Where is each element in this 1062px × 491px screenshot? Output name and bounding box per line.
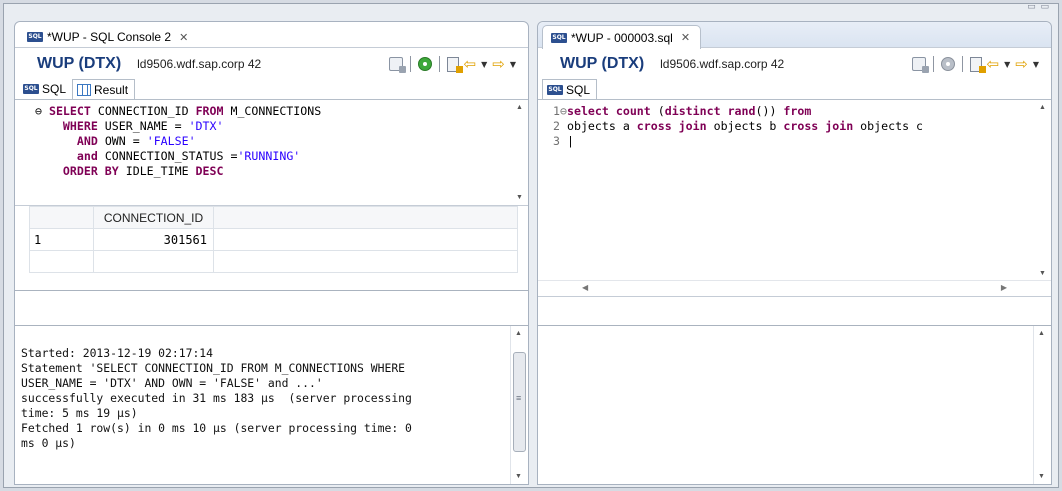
sql-code[interactable]: 1⊖select count (distinct rand()) from 2 o… [538, 100, 1051, 149]
editor-subtabs: SQL SQL Result [15, 79, 528, 100]
sql-file-panel: SQL *WUP - 000003.sql ✕ WUP (DTX) ld9506… [537, 21, 1052, 485]
forward-arrow-icon[interactable]: ⇨ [1015, 56, 1028, 72]
scroll-down-icon[interactable]: ▼ [1038, 473, 1045, 480]
sql-file-icon: SQL [27, 32, 43, 42]
sql-icon: SQL [23, 84, 39, 94]
execute-icon[interactable] [940, 57, 955, 71]
clear-icon[interactable] [911, 57, 929, 73]
connection-header: WUP (DTX) ld9506.wdf.sap.corp 42 ⇦ ▼ ⇨ ▼ [538, 48, 1051, 80]
result-grid: CONNECTION_ID 1 301561 [15, 206, 528, 291]
tab-label: Result [94, 82, 129, 97]
close-icon[interactable]: ✕ [179, 31, 188, 44]
sql-console-panel: SQL *WUP - SQL Console 2 ✕ WUP (DTX) ld9… [14, 21, 529, 485]
table-row[interactable]: 1 301561 [29, 228, 518, 251]
code-line: ⊖ SELECT CONNECTION_ID FROM M_CONNECTION… [35, 104, 322, 118]
chevron-down-icon[interactable]: ▼ [1033, 60, 1039, 69]
sql-icon: SQL [547, 84, 563, 95]
connection-name: WUP (DTX) [37, 55, 122, 72]
result-table: CONNECTION_ID 1 301561 [29, 206, 518, 273]
tab-title: *WUP - 000003.sql [571, 30, 673, 45]
sql-code[interactable]: ⊖ SELECT CONNECTION_ID FROM M_CONNECTION… [15, 100, 528, 179]
scroll-up-icon[interactable]: ▲ [516, 104, 523, 111]
scroll-left-icon[interactable]: ◀ [582, 283, 588, 292]
chevron-down-icon[interactable]: ▼ [1004, 60, 1010, 69]
log-vscrollbar[interactable]: ▲ ▼ [510, 326, 528, 484]
output-vscrollbar[interactable]: ▲ ▼ [1033, 326, 1051, 484]
scroll-thumb[interactable] [513, 352, 526, 452]
code-line: 3 | [553, 134, 574, 148]
connection-host: ld9506.wdf.sap.corp 42 [660, 57, 785, 71]
back-arrow-icon[interactable]: ⇦ [987, 56, 1000, 72]
window-controls[interactable]: ▭ ▭ [1027, 2, 1050, 12]
editor-tabbar: SQL *WUP - 000003.sql ✕ [538, 22, 1051, 49]
empty-header [213, 206, 518, 229]
scroll-up-icon[interactable]: ▲ [515, 330, 522, 337]
code-line: ORDER BY IDLE_TIME DESC [62, 164, 224, 178]
code-line: 1⊖select count (distinct rand()) from [553, 104, 812, 118]
scroll-down-icon[interactable]: ▼ [515, 473, 522, 480]
sql-editor[interactable]: 1⊖select count (distinct rand()) from 2 o… [538, 100, 1051, 297]
table-grid-icon [77, 83, 92, 96]
close-icon[interactable]: ✕ [681, 31, 690, 44]
tab-result[interactable]: Result [72, 79, 136, 99]
table-cell-empty [213, 228, 518, 251]
editor-subtabs: SQL SQL [538, 79, 1051, 100]
editor-toolbar: ⇦ ▼ ⇨ ▼ [911, 56, 1039, 73]
connection-name: WUP (DTX) [560, 55, 645, 72]
tab-sql-console[interactable]: SQL *WUP - SQL Console 2 ✕ [19, 26, 198, 48]
tab-label: SQL [42, 82, 67, 96]
column-header[interactable]: CONNECTION_ID [93, 206, 214, 229]
table-row-empty [29, 250, 518, 273]
forward-arrow-icon[interactable]: ⇨ [492, 56, 505, 72]
chevron-down-icon[interactable]: ▼ [510, 60, 516, 69]
code-line: WHERE USER_NAME = 'DTX' [62, 119, 224, 133]
execution-log: Started: 2013-12-19 02:17:14 Statement '… [15, 325, 528, 484]
clear-icon[interactable] [388, 57, 406, 73]
table-header-row: CONNECTION_ID [29, 206, 518, 229]
tab-sql-file[interactable]: SQL *WUP - 000003.sql ✕ [542, 25, 702, 49]
connection-header: WUP (DTX) ld9506.wdf.sap.corp 42 ⇦ ▼ ⇨ ▼ [15, 48, 528, 80]
tab-title: *WUP - SQL Console 2 [47, 30, 172, 44]
scroll-right-icon[interactable]: ▶ [1001, 283, 1007, 292]
chevron-down-icon[interactable]: ▼ [481, 60, 487, 69]
scroll-up-icon[interactable]: ▲ [1038, 330, 1045, 337]
editor-vscrollbar[interactable]: ▲ ▼ [512, 100, 528, 205]
tab-label: SQL [566, 82, 591, 97]
editor-toolbar: ⇦ ▼ ⇨ ▼ [388, 56, 516, 73]
scroll-up-icon[interactable]: ▲ [1039, 104, 1046, 111]
editor-vscrollbar[interactable]: ▲ ▼ [1035, 100, 1051, 281]
code-line: and CONNECTION_STATUS ='RUNNING' [76, 149, 301, 163]
toolbar-separator [438, 56, 440, 72]
editor-hscrollbar[interactable]: ◀ ▶ [538, 280, 1051, 296]
scroll-down-icon[interactable]: ▼ [1039, 270, 1046, 277]
sql-file-icon: SQL [551, 32, 567, 43]
execute-icon[interactable] [417, 57, 432, 71]
tab-sql[interactable]: SQL SQL [542, 79, 598, 99]
code-line: 2 objects a cross join objects b cross j… [553, 119, 924, 133]
back-arrow-icon[interactable]: ⇦ [464, 56, 477, 72]
code-line: AND OWN = 'FALSE' [76, 134, 196, 148]
workbench-window: ▭ ▭ SQL *WUP - SQL Console 2 ✕ WUP (DTX)… [3, 2, 1059, 488]
log-text: Started: 2013-12-19 02:17:14 Statement '… [21, 346, 412, 450]
row-number: 1 [29, 228, 94, 251]
row-number-header [29, 206, 94, 229]
tab-sql[interactable]: SQL SQL [19, 79, 73, 99]
output-area: ▲ ▼ [538, 325, 1051, 484]
toolbar-separator [961, 56, 963, 72]
table-cell[interactable]: 301561 [93, 228, 214, 251]
format-icon[interactable] [446, 56, 463, 73]
sql-editor[interactable]: ⊖ SELECT CONNECTION_ID FROM M_CONNECTION… [15, 100, 528, 206]
editor-tabbar: SQL *WUP - SQL Console 2 ✕ [15, 22, 528, 48]
format-icon[interactable] [969, 56, 986, 73]
scroll-down-icon[interactable]: ▼ [516, 194, 523, 201]
toolbar-separator [409, 56, 411, 72]
toolbar-separator [932, 56, 934, 72]
connection-host: ld9506.wdf.sap.corp 42 [137, 57, 262, 71]
